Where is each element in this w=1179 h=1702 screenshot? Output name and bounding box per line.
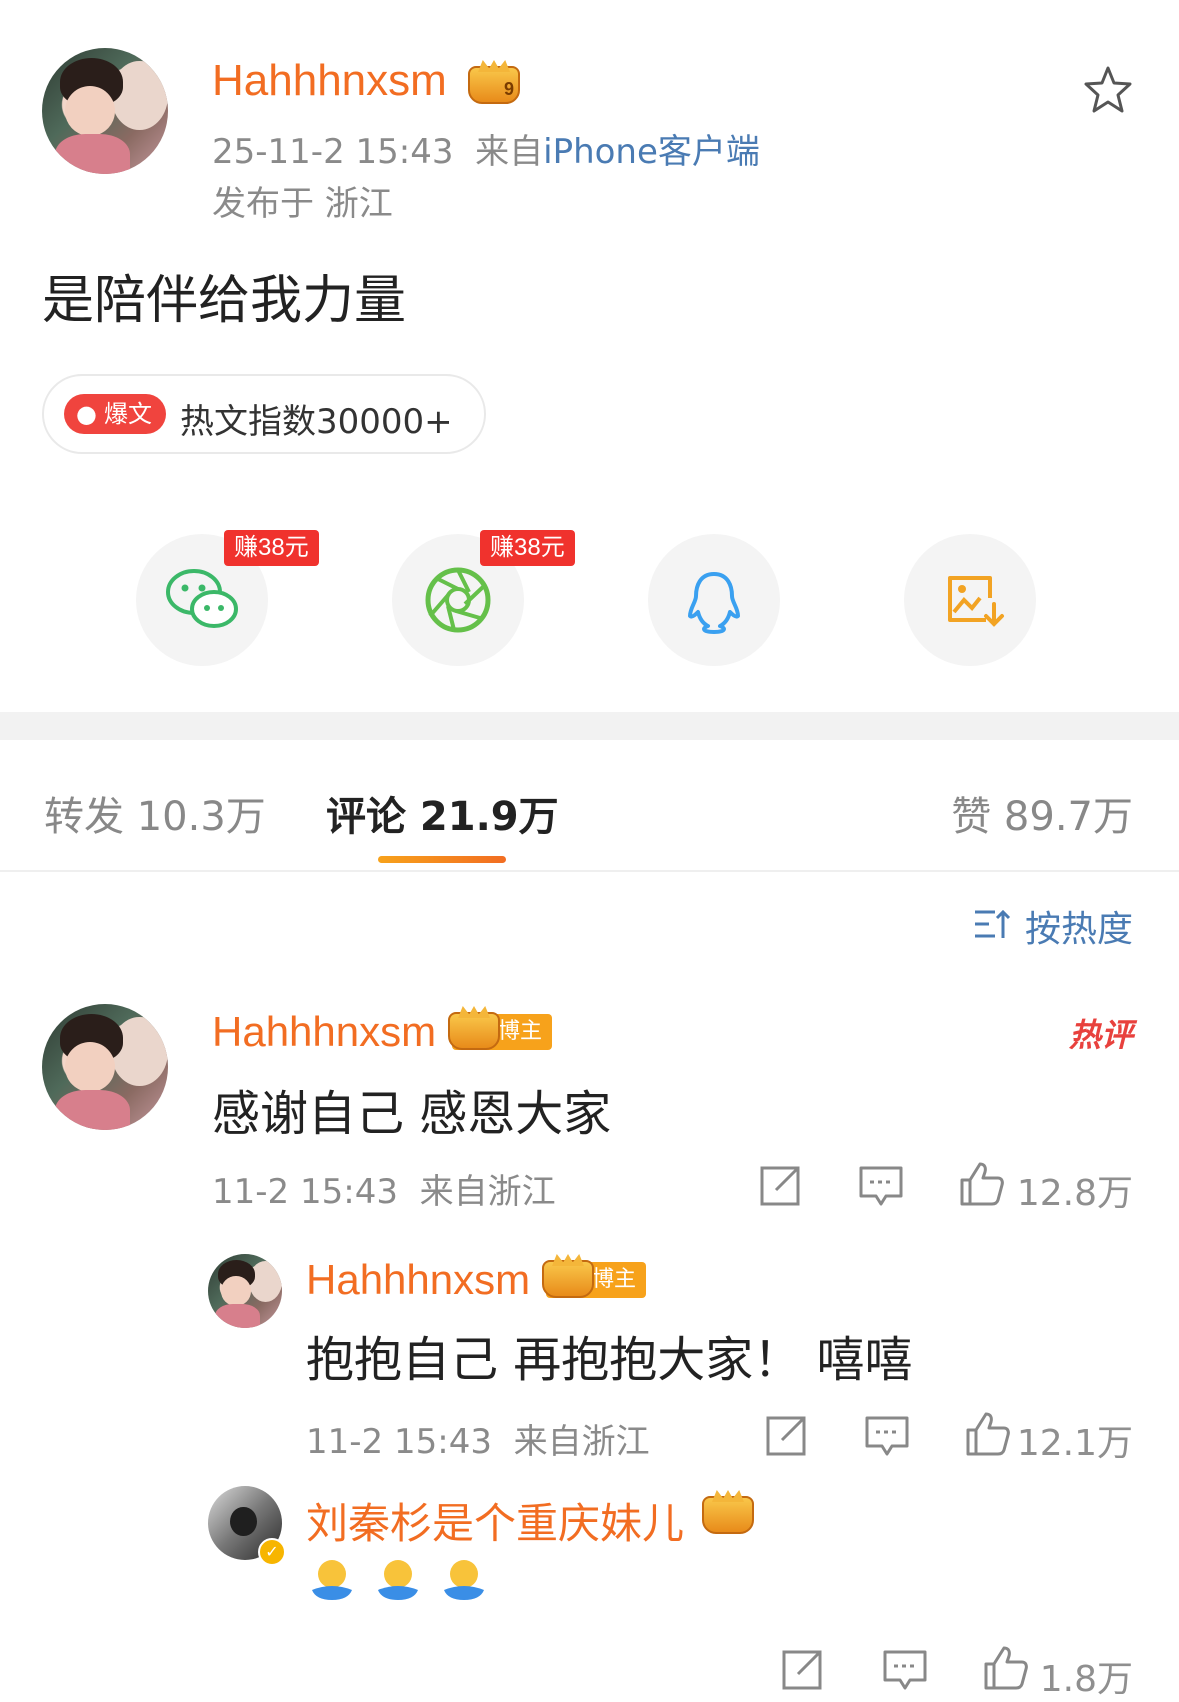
- comment-avatar[interactable]: [42, 1004, 168, 1130]
- reply-reply-icon[interactable]: [882, 1648, 928, 1696]
- section-divider: [0, 712, 1179, 740]
- reply-text: 抱抱自己 再抱抱大家！ 嘻嘻: [306, 1332, 913, 1388]
- comment-author-name[interactable]: Hahhhnxsm: [212, 1008, 436, 1056]
- vip-crown-icon: 9: [468, 66, 520, 104]
- wechat-earn-badge: 赚38元: [224, 530, 319, 566]
- hug-emoji-icon: [378, 1560, 418, 1600]
- hug-emoji-icon: [312, 1560, 352, 1600]
- comment-text: 感谢自己 感恩大家: [212, 1086, 612, 1142]
- reply-like-count: 12.1万: [1016, 1423, 1133, 1464]
- comment-reply-icon[interactable]: [858, 1164, 904, 1212]
- tab-likes[interactable]: 赞 89.7万: [951, 784, 1133, 842]
- hot-index-text: 热文指数30000+: [180, 402, 453, 442]
- sort-icon: [974, 909, 1011, 938]
- reply-repost-icon[interactable]: [780, 1648, 824, 1696]
- reply-author-name[interactable]: Hahhhnxsm: [306, 1256, 530, 1304]
- reply-repost-icon[interactable]: [764, 1414, 808, 1462]
- reply-reply-icon[interactable]: [864, 1414, 910, 1462]
- fire-icon: ●: [76, 400, 97, 428]
- reply-avatar[interactable]: [208, 1254, 282, 1328]
- sort-by-heat-button[interactable]: 按热度: [974, 900, 1133, 950]
- post-author-avatar[interactable]: [42, 48, 168, 174]
- hot-tag-badge: ● 爆文: [64, 394, 166, 434]
- tab-reposts[interactable]: 转发 10.3万: [44, 784, 266, 842]
- save-image-button[interactable]: [904, 534, 1036, 666]
- reply-like-count: 1.8万: [1039, 1659, 1133, 1700]
- post-meta-line: 25-11-2 15:43 来自iPhone客户端: [212, 124, 760, 173]
- post-author-name[interactable]: Hahhhnxsm: [212, 56, 447, 106]
- tabs-bottom-border: [0, 870, 1179, 872]
- comment-repost-icon[interactable]: [758, 1164, 802, 1212]
- qq-penguin-icon: [688, 572, 740, 634]
- comment-meta: 11-2 15:43 来自浙江: [212, 1172, 556, 1212]
- reply-like-icon[interactable]: [982, 1644, 1030, 1696]
- comment-like-icon[interactable]: [958, 1160, 1006, 1212]
- post-content: 是陪伴给我力量: [42, 271, 407, 331]
- reply-meta: 11-2 15:43 来自浙江: [306, 1422, 650, 1462]
- tab-comments[interactable]: 评论 21.9万: [326, 784, 559, 842]
- moments-earn-badge: 赚38元: [480, 530, 575, 566]
- vip-crown-icon: [448, 1012, 500, 1050]
- comment-like-count: 12.8万: [1016, 1173, 1133, 1214]
- vip-crown-icon: [542, 1260, 594, 1298]
- tab-active-underline: [378, 856, 506, 863]
- hot-index-pill[interactable]: ● 爆文 热文指数30000+: [42, 374, 486, 454]
- verified-badge-icon: ✓: [258, 1538, 286, 1566]
- source-prefix: 来自: [475, 132, 544, 172]
- emoji-row: [306, 1556, 506, 1608]
- sort-label: 按热度: [1024, 909, 1133, 950]
- hug-emoji-icon: [444, 1560, 484, 1600]
- share-qq-button[interactable]: [648, 534, 780, 666]
- post-source-link[interactable]: iPhone客户端: [543, 132, 760, 172]
- vip-crown-icon: [702, 1496, 754, 1534]
- hot-comment-label: 热评: [1068, 1016, 1133, 1054]
- post-location: 发布于 浙江: [212, 184, 393, 224]
- save-image-icon: [948, 576, 1004, 627]
- favorite-star-icon[interactable]: [1082, 64, 1134, 116]
- vip-level: 9: [503, 79, 514, 99]
- post-time: 25-11-2 15:43: [212, 132, 454, 172]
- reply-like-icon[interactable]: [964, 1410, 1012, 1462]
- reply-author-name[interactable]: 刘秦杉是个重庆妹儿: [306, 1490, 684, 1551]
